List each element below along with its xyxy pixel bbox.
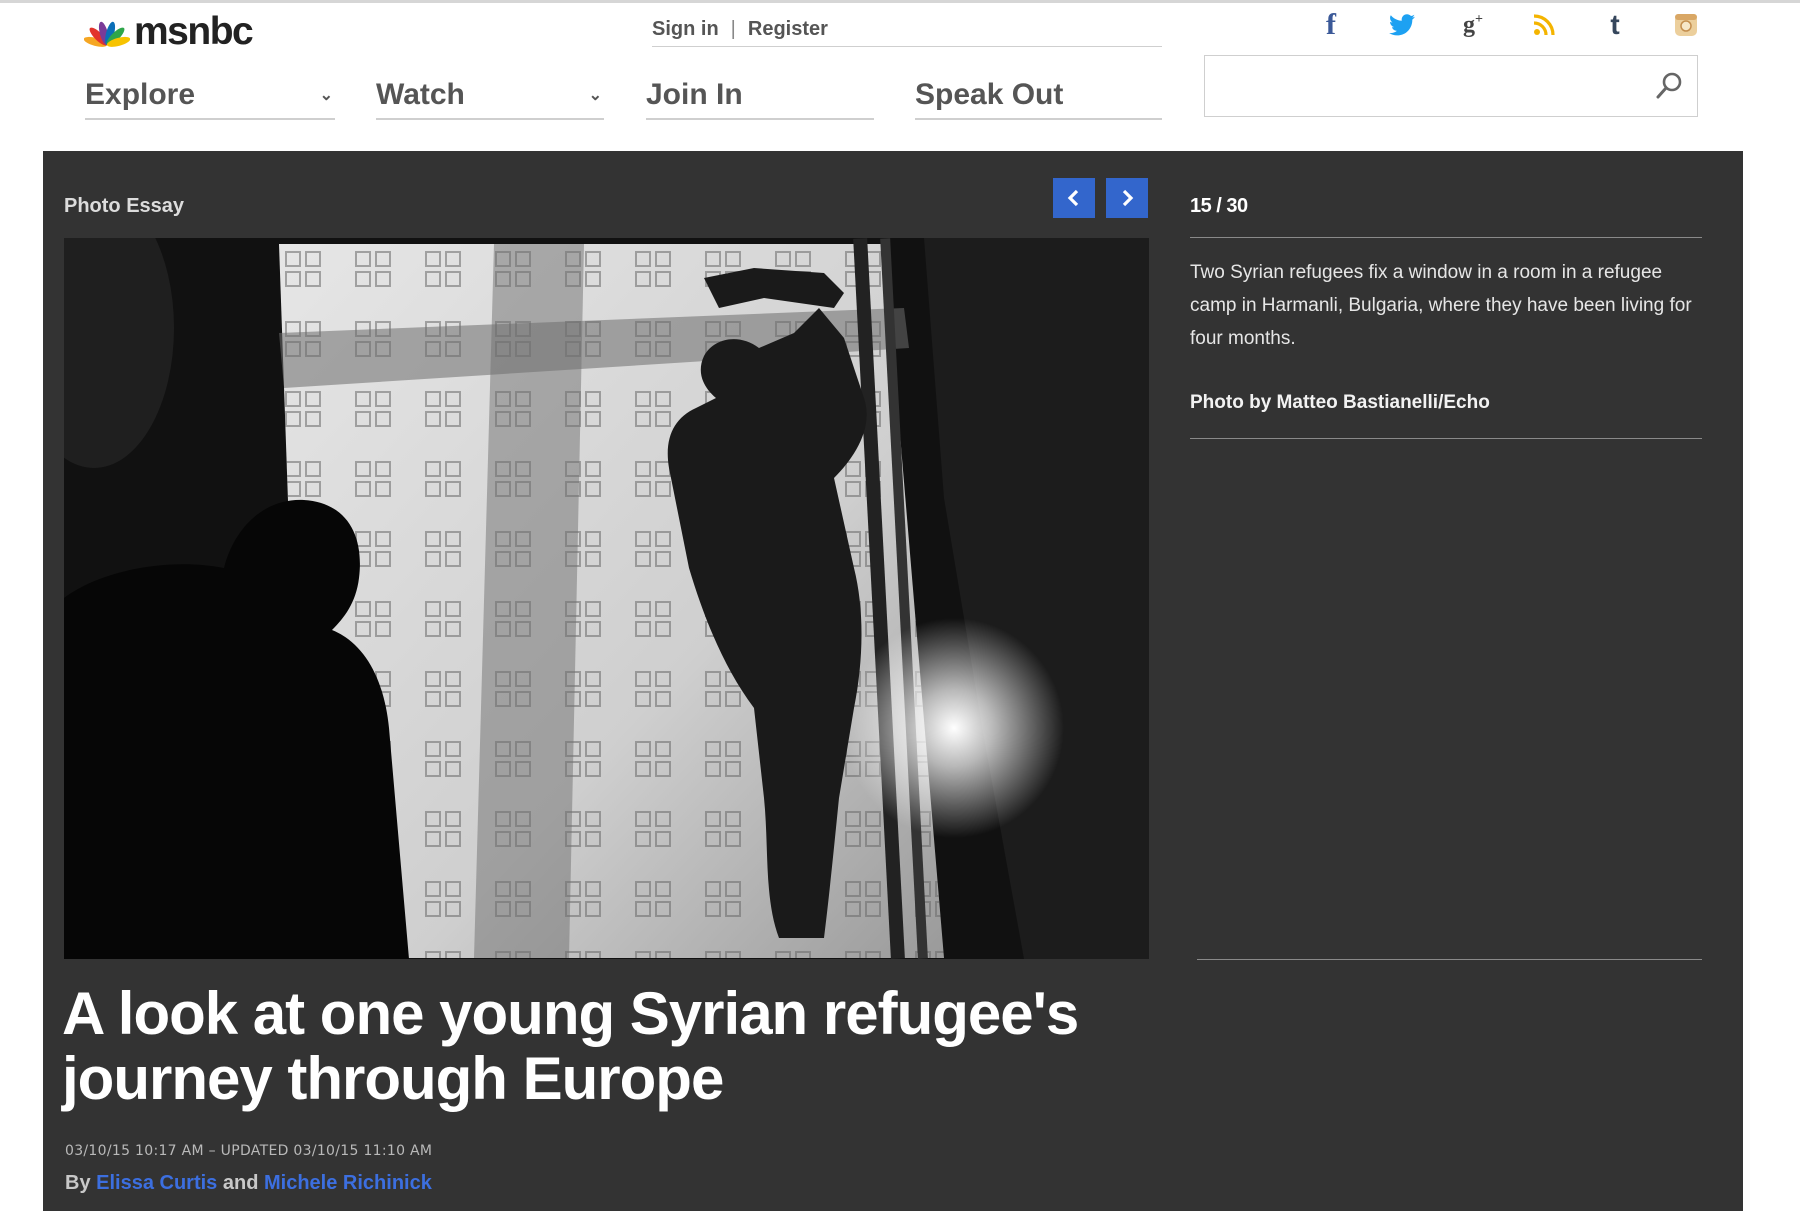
nav-speak-out[interactable]: Speak Out [915, 72, 1162, 120]
nav-join-in-label: Join In [646, 78, 743, 111]
byline-prefix: By [65, 1172, 91, 1194]
byline-and: and [222, 1172, 259, 1194]
headline-line-2: journey through Europe [62, 1045, 724, 1112]
chevron-left-icon [1067, 189, 1079, 207]
twitter-icon[interactable] [1385, 8, 1419, 42]
divider [1190, 237, 1702, 238]
search-button[interactable] [1653, 70, 1685, 102]
search-box [1204, 55, 1698, 117]
photo-credit: Photo by Matteo Bastianelli/Echo [1190, 392, 1490, 413]
search-input[interactable] [1217, 66, 1621, 108]
peacock-icon [84, 21, 130, 47]
previous-photo-button[interactable] [1053, 178, 1095, 218]
search-icon [1656, 72, 1682, 99]
chevron-down-icon: ⌄ [588, 87, 602, 104]
article-byline: By Elissa Curtis and Michele Richinick [65, 1172, 432, 1195]
msnbc-logo[interactable]: msnbc [84, 10, 254, 53]
photo-caption: Two Syrian refugees fix a window in a ro… [1190, 262, 1692, 349]
chevron-down-icon: ⌄ [319, 87, 333, 104]
nav-explore-label: Explore [85, 78, 196, 111]
nav-speak-out-label: Speak Out [915, 78, 1064, 111]
article-dateline: 03/10/15 10:17 AM – UPDATED 03/10/15 11:… [65, 1143, 433, 1159]
nav-join-in[interactable]: Join In [646, 72, 874, 120]
author-link-2[interactable]: Michele Richinick [264, 1172, 432, 1194]
next-photo-button[interactable] [1106, 178, 1148, 218]
article-headline: A look at one young Syrian refugee's jou… [62, 981, 1162, 1111]
account-links: Sign in | Register [652, 12, 1162, 47]
browser-top-border [0, 0, 1800, 3]
nav-watch[interactable]: Watch ⌄ [376, 72, 604, 120]
refugee-window-photo [64, 238, 1149, 959]
nav-explore[interactable]: Explore ⌄ [85, 72, 335, 120]
gallery-photo [64, 238, 1149, 959]
rss-icon[interactable] [1527, 8, 1561, 42]
gallery-panel: Photo Essay A look at one young Syrian r… [43, 151, 1743, 1211]
headline-line-1: A look at one young Syrian refugee's [62, 980, 1079, 1047]
register-link[interactable]: Register [748, 18, 828, 41]
section-label: Photo Essay [64, 195, 185, 217]
divider [1197, 959, 1702, 960]
facebook-icon[interactable]: f [1314, 8, 1348, 42]
tumblr-icon[interactable]: t [1598, 8, 1632, 42]
logo-text: msnbc [134, 10, 254, 53]
account-separator: | [730, 17, 736, 40]
instagram-icon[interactable] [1669, 8, 1703, 42]
nav-watch-label: Watch [376, 78, 465, 111]
chevron-right-icon [1122, 189, 1134, 207]
divider [1190, 438, 1702, 439]
google-plus-icon[interactable]: g+ [1456, 8, 1490, 42]
author-link-1[interactable]: Elissa Curtis [96, 1172, 217, 1194]
photo-counter: 15 / 30 [1190, 195, 1248, 217]
sign-in-link[interactable]: Sign in [652, 18, 719, 41]
